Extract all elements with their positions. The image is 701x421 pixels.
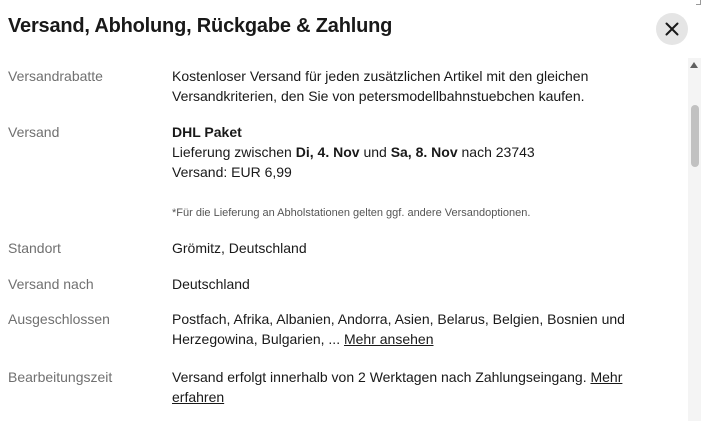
delivery-date-from: Di, 4. Nov [295, 144, 360, 160]
shipping-cost: Versand: EUR 6,99 [172, 164, 292, 180]
dialog-header: Versand, Abholung, Rückgabe & Zahlung [0, 0, 701, 58]
scrollbar[interactable] [688, 58, 701, 421]
delivery-and: und [363, 144, 387, 160]
delivery-estimate: Lieferung zwischen Di, 4. Nov und Sa, 8.… [172, 142, 672, 162]
row-value: Kostenloser Versand für jeden zusätzlich… [172, 68, 589, 104]
row-label: Standort [8, 240, 61, 256]
row-label: Versandrabatte [8, 68, 103, 84]
scroll-thumb[interactable] [691, 105, 699, 167]
shipping-service: DHL Paket [172, 124, 242, 140]
handling-time: Versand erfolgt innerhalb von 2 Werktage… [172, 369, 587, 385]
row-label: Ausgeschlossen [8, 311, 110, 327]
delivery-suffix: nach 23743 [461, 144, 535, 160]
mehr-ansehen-link[interactable]: Mehr ansehen [344, 331, 434, 347]
row-value: DHL Paket Lieferung zwischen Di, 4. Nov … [172, 122, 672, 182]
row-label: Versand [8, 124, 60, 140]
row-value: Grömitz, Deutschland [172, 240, 307, 256]
close-button[interactable] [656, 13, 688, 45]
row-label: Versand nach [8, 276, 94, 292]
row-label: Bearbeitungszeit [8, 369, 113, 385]
dialog-body: Versandrabatte Kostenloser Versand für j… [0, 58, 688, 421]
delivery-date-to: Sa, 8. Nov [390, 144, 458, 160]
scroll-up-arrow-icon[interactable] [690, 62, 698, 68]
dialog-title: Versand, Abholung, Rückgabe & Zahlung [8, 15, 393, 37]
window-corner [696, 0, 701, 5]
delivery-prefix: Lieferung zwischen [172, 144, 292, 160]
pickup-note: *Für die Lieferung an Abholstationen gel… [172, 207, 531, 219]
row-value: Postfach, Afrika, Albanien, Andorra, Asi… [172, 309, 672, 349]
row-value: Versand erfolgt innerhalb von 2 Werktage… [172, 367, 672, 407]
row-value: Deutschland [172, 276, 250, 292]
close-icon [665, 22, 679, 36]
